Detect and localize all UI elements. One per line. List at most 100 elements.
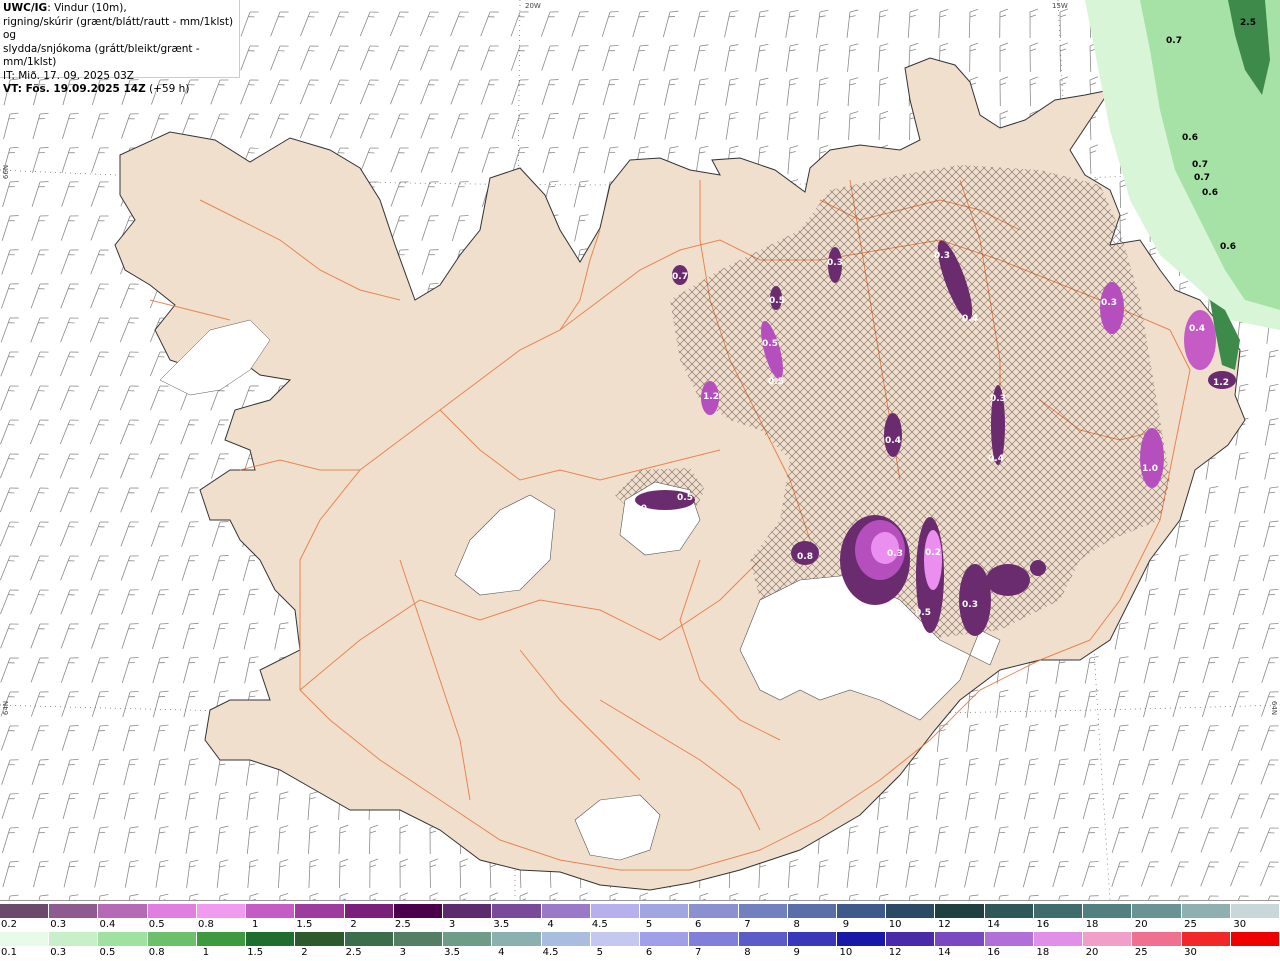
wind-barb bbox=[575, 213, 589, 243]
wind-barb bbox=[1084, 723, 1098, 753]
wind-barb bbox=[400, 825, 408, 854]
snow-value-label: 2.0 bbox=[631, 504, 647, 514]
snow-value-label: 0.5 bbox=[762, 339, 778, 349]
wind-barb bbox=[0, 451, 18, 481]
legend-swatch bbox=[689, 932, 738, 946]
legend-swatch bbox=[1083, 932, 1132, 946]
wind-barb bbox=[1230, 859, 1248, 889]
wind-barb bbox=[153, 655, 169, 685]
wind-barb bbox=[90, 451, 108, 481]
wind-barb bbox=[120, 417, 138, 447]
snow-value-label: 0.3 bbox=[1101, 298, 1117, 308]
wind-barb bbox=[300, 111, 318, 141]
wind-barb bbox=[186, 825, 198, 855]
wind-barb bbox=[788, 859, 798, 888]
wind-barb bbox=[1144, 621, 1158, 651]
wind-barb bbox=[34, 893, 49, 900]
wind-barb bbox=[123, 723, 138, 753]
wind-barb bbox=[185, 791, 198, 821]
wind-barb bbox=[430, 893, 439, 900]
wind-barb bbox=[695, 77, 708, 107]
wind-barb bbox=[330, 43, 348, 73]
wind-barb bbox=[30, 553, 48, 583]
wind-barb bbox=[0, 587, 18, 617]
wind-barb bbox=[183, 655, 198, 685]
lat-label: 64N bbox=[2, 701, 10, 715]
wind-barb bbox=[788, 893, 798, 900]
wind-barb bbox=[906, 825, 918, 855]
snow-value-label: 0.4 bbox=[885, 436, 901, 446]
wind-barb bbox=[90, 349, 108, 379]
wind-barb bbox=[1024, 825, 1039, 855]
wind-barb bbox=[33, 859, 48, 889]
lat-label: 64N bbox=[1270, 701, 1278, 715]
wind-barb bbox=[183, 621, 199, 651]
snow-value-label: 0.3 bbox=[827, 258, 843, 268]
wind-barb bbox=[308, 791, 318, 821]
model-name: UWC/IG bbox=[3, 2, 47, 14]
snow-value-label: 0.3 bbox=[934, 251, 950, 261]
snow-value-label: 0.4 bbox=[988, 454, 1004, 464]
legend-swatch bbox=[492, 904, 541, 918]
wind-barb bbox=[970, 43, 978, 72]
legend-label: 0.8 bbox=[149, 947, 165, 958]
wind-barb bbox=[4, 111, 19, 141]
wind-barb bbox=[994, 825, 1008, 855]
wind-barb bbox=[664, 43, 679, 73]
wind-barb bbox=[1, 723, 18, 753]
legend-label: 8 bbox=[744, 947, 750, 958]
snow-value-label: 0.2 bbox=[925, 548, 941, 558]
legend-swatch bbox=[542, 932, 591, 946]
wind-barb bbox=[421, 111, 439, 141]
legend-swatch bbox=[98, 904, 147, 918]
wind-barb bbox=[182, 519, 199, 549]
wind-barb bbox=[214, 655, 229, 685]
wind-barb bbox=[150, 383, 168, 413]
wind-barb bbox=[993, 893, 1008, 900]
wind-barb bbox=[1233, 621, 1249, 651]
wind-barb bbox=[275, 621, 289, 651]
wind-barb bbox=[30, 519, 48, 549]
wind-barb bbox=[1115, 655, 1129, 685]
forecast-hour: (+59 h) bbox=[146, 83, 190, 95]
snow-value-label: 0.4 bbox=[1189, 324, 1205, 334]
wind-barb bbox=[0, 485, 18, 515]
wind-barb bbox=[60, 519, 78, 549]
snow-cell bbox=[1184, 310, 1216, 370]
wind-barb bbox=[1142, 791, 1158, 821]
wind-barb bbox=[155, 791, 169, 821]
wind-barb bbox=[1231, 825, 1249, 855]
legend-rain-colorbar bbox=[0, 932, 1280, 946]
wind-barb bbox=[60, 417, 78, 447]
wind-barb bbox=[520, 893, 529, 900]
wind-barb bbox=[421, 77, 439, 107]
legend-label: 3.5 bbox=[444, 947, 460, 958]
wind-barb bbox=[694, 9, 709, 39]
wind-barb bbox=[996, 723, 1008, 753]
wind-barb bbox=[213, 621, 228, 651]
wind-barb bbox=[541, 9, 558, 39]
legend-swatch bbox=[788, 904, 837, 918]
wind-barb bbox=[786, 9, 799, 39]
wind-barb bbox=[1172, 723, 1188, 753]
snow-cell bbox=[1100, 282, 1124, 334]
wind-barb bbox=[420, 9, 438, 39]
wind-barb bbox=[370, 893, 378, 900]
legend-snow-labels: 0.20.30.40.50.811.522.533.544.5567891012… bbox=[0, 919, 1280, 931]
wind-barb bbox=[121, 553, 138, 583]
legend-swatch bbox=[49, 932, 98, 946]
wind-barb bbox=[572, 9, 589, 39]
legend-swatch bbox=[739, 904, 788, 918]
wind-barb bbox=[451, 111, 468, 141]
wind-barb bbox=[2, 247, 19, 277]
wind-barb bbox=[1090, 145, 1099, 174]
legend-swatch bbox=[1231, 932, 1280, 946]
wind-barb bbox=[243, 553, 258, 583]
legend-label: 6 bbox=[646, 947, 652, 958]
wind-barb bbox=[511, 43, 528, 73]
snow-value-label: 0.5 bbox=[915, 608, 931, 618]
wind-barb bbox=[125, 825, 139, 855]
wind-barb bbox=[92, 655, 109, 685]
legend-swatch bbox=[739, 932, 788, 946]
wind-barb bbox=[31, 247, 48, 277]
